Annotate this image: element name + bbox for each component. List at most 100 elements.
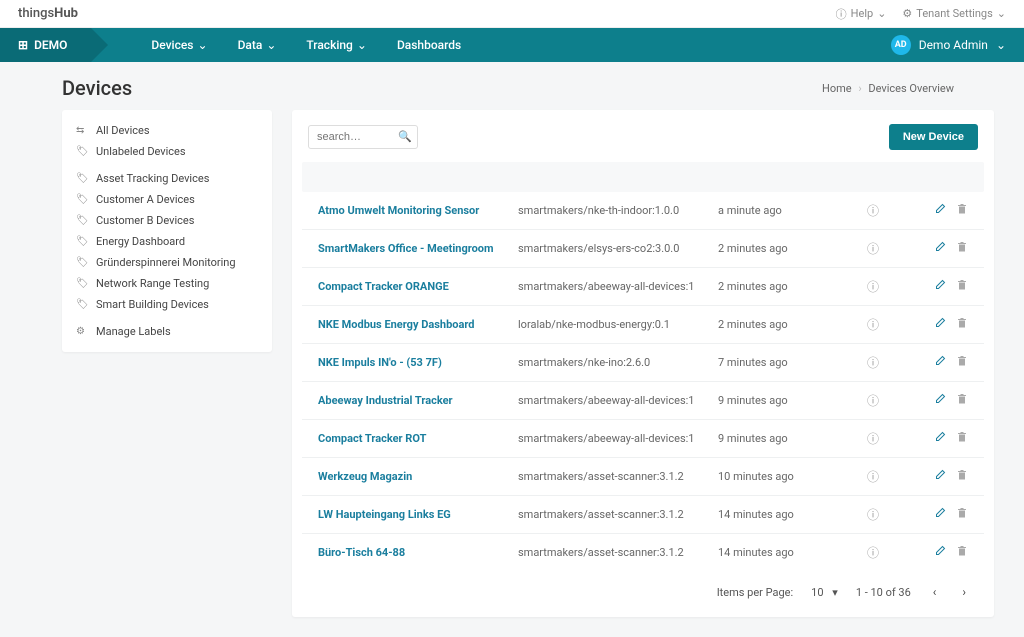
sidebar-item-label: Gründerspinnerei Monitoring xyxy=(96,256,236,269)
edit-icon[interactable] xyxy=(934,203,946,218)
nav-item-data[interactable]: Data ⌄ xyxy=(238,38,277,52)
info-icon[interactable]: ⓘ xyxy=(848,506,898,523)
device-name-link[interactable]: Compact Tracker ROT xyxy=(318,432,518,445)
device-driver: smartmakers/asset-scanner:3.1.2 xyxy=(518,508,718,521)
dropdown-icon: ▾ xyxy=(832,586,838,599)
device-lastseen: a minute ago xyxy=(718,204,848,217)
info-icon[interactable]: ⓘ xyxy=(848,468,898,485)
table-header-bar xyxy=(302,162,984,192)
info-icon[interactable]: ⓘ xyxy=(848,392,898,409)
device-driver: smartmakers/asset-scanner:3.1.2 xyxy=(518,470,718,483)
edit-icon[interactable] xyxy=(934,241,946,256)
device-name-link[interactable]: Atmo Umwelt Monitoring Sensor xyxy=(318,204,518,217)
delete-icon[interactable] xyxy=(956,469,968,484)
device-lastseen: 7 minutes ago xyxy=(718,356,848,369)
sidebar-item[interactable]: 🏷Gründerspinnerei Monitoring xyxy=(62,252,272,273)
chevron-down-icon: ⌄ xyxy=(357,38,367,52)
nav-item-dashboards[interactable]: Dashboards xyxy=(397,38,461,52)
edit-icon[interactable] xyxy=(934,507,946,522)
edit-icon[interactable] xyxy=(934,393,946,408)
delete-icon[interactable] xyxy=(956,355,968,370)
pager-next[interactable]: › xyxy=(958,585,970,599)
tag-icon: 🏷 xyxy=(76,299,88,310)
delete-icon[interactable] xyxy=(956,279,968,294)
sidebar-manage-labels[interactable]: ⚙ Manage Labels xyxy=(62,321,272,342)
sidebar-item-label: Energy Dashboard xyxy=(96,235,185,248)
device-lastseen: 9 minutes ago xyxy=(718,432,848,445)
info-icon[interactable]: ⓘ xyxy=(848,202,898,219)
device-name-link[interactable]: LW Haupteingang Links EG xyxy=(318,508,518,521)
device-driver: loralab/nke-modbus-energy:0.1 xyxy=(518,318,718,331)
table-row: Werkzeug Magazin smartmakers/asset-scann… xyxy=(302,458,984,496)
pager-items-select[interactable]: 10 ▾ xyxy=(811,586,838,599)
device-driver: smartmakers/abeeway-all-devices:1 xyxy=(518,280,718,293)
device-name-link[interactable]: Abeeway Industrial Tracker xyxy=(318,394,518,407)
tag-icon: 🏷 xyxy=(76,215,88,226)
device-name-link[interactable]: Compact Tracker ORANGE xyxy=(318,280,518,293)
device-driver: smartmakers/abeeway-all-devices:1 xyxy=(518,432,718,445)
nav-item-tracking[interactable]: Tracking ⌄ xyxy=(306,38,367,52)
sidebar-item[interactable]: 🏷Customer B Devices xyxy=(62,210,272,231)
device-name-link[interactable]: Werkzeug Magazin xyxy=(318,470,518,483)
tenant-name: DEMO xyxy=(34,38,67,52)
delete-icon[interactable] xyxy=(956,203,968,218)
label-icon: 🏷 xyxy=(76,146,88,157)
sidebar-item[interactable]: 🏷Unlabeled Devices xyxy=(62,141,272,162)
gear-icon: ⚙ xyxy=(902,7,912,20)
device-lastseen: 14 minutes ago xyxy=(718,546,848,559)
delete-icon[interactable] xyxy=(956,545,968,560)
table-row: Compact Tracker ROT smartmakers/abeeway-… xyxy=(302,420,984,458)
info-icon[interactable]: ⓘ xyxy=(848,430,898,447)
device-name-link[interactable]: NKE Impuls IN'o - (53 7F) xyxy=(318,356,518,369)
nav-item-devices[interactable]: Devices ⌄ xyxy=(151,38,207,52)
sidebar-item[interactable]: ⇆All Devices xyxy=(62,120,272,141)
table-row: Compact Tracker ORANGE smartmakers/abeew… xyxy=(302,268,984,306)
gear-icon: ⚙ xyxy=(76,326,88,337)
device-driver: smartmakers/elsys-ers-co2:3.0.0 xyxy=(518,242,718,255)
pager: Items per Page: 10 ▾ 1 - 10 of 36 ‹ › xyxy=(292,571,994,605)
info-icon[interactable]: ⓘ xyxy=(848,316,898,333)
edit-icon[interactable] xyxy=(934,431,946,446)
help-link[interactable]: ⓘ Help ⌄ xyxy=(836,6,887,22)
page-title: Devices xyxy=(62,76,132,100)
label-icon: ⇆ xyxy=(76,125,88,136)
breadcrumb: Home › Devices Overview xyxy=(822,82,954,95)
tenant-switcher[interactable]: ⊞ DEMO xyxy=(0,28,91,62)
tenant-settings-link[interactable]: ⚙ Tenant Settings ⌄ xyxy=(902,6,1006,22)
edit-icon[interactable] xyxy=(934,317,946,332)
new-device-button[interactable]: New Device xyxy=(889,124,978,150)
table-row: Abeeway Industrial Tracker smartmakers/a… xyxy=(302,382,984,420)
delete-icon[interactable] xyxy=(956,431,968,446)
sidebar-item[interactable]: 🏷Smart Building Devices xyxy=(62,294,272,315)
info-icon[interactable]: ⓘ xyxy=(848,354,898,371)
table-row: NKE Impuls IN'o - (53 7F) smartmakers/nk… xyxy=(302,344,984,382)
chevron-down-icon: ⌄ xyxy=(877,7,886,20)
sidebar-item[interactable]: 🏷Customer A Devices xyxy=(62,189,272,210)
info-icon[interactable]: ⓘ xyxy=(848,544,898,561)
edit-icon[interactable] xyxy=(934,469,946,484)
edit-icon[interactable] xyxy=(934,545,946,560)
user-menu[interactable]: AD Demo Admin ⌄ xyxy=(891,35,1006,55)
sidebar-item[interactable]: 🏷Energy Dashboard xyxy=(62,231,272,252)
table-row: Büro-Tisch 64-88 smartmakers/asset-scann… xyxy=(302,534,984,571)
device-lastseen: 2 minutes ago xyxy=(718,280,848,293)
help-icon: ⓘ xyxy=(836,6,847,22)
breadcrumb-home[interactable]: Home xyxy=(822,82,852,95)
device-name-link[interactable]: NKE Modbus Energy Dashboard xyxy=(318,318,518,331)
delete-icon[interactable] xyxy=(956,507,968,522)
pager-range: 1 - 10 of 36 xyxy=(856,586,911,599)
delete-icon[interactable] xyxy=(956,393,968,408)
edit-icon[interactable] xyxy=(934,279,946,294)
edit-icon[interactable] xyxy=(934,355,946,370)
info-icon[interactable]: ⓘ xyxy=(848,278,898,295)
delete-icon[interactable] xyxy=(956,241,968,256)
chevron-down-icon: ⌄ xyxy=(198,38,208,52)
device-name-link[interactable]: Büro-Tisch 64-88 xyxy=(318,546,518,559)
pager-prev[interactable]: ‹ xyxy=(929,585,941,599)
sidebar-item[interactable]: 🏷Asset Tracking Devices xyxy=(62,168,272,189)
pager-items-label: Items per Page: xyxy=(717,586,793,599)
device-name-link[interactable]: SmartMakers Office - Meetingroom xyxy=(318,242,518,255)
delete-icon[interactable] xyxy=(956,317,968,332)
info-icon[interactable]: ⓘ xyxy=(848,240,898,257)
sidebar-item[interactable]: 🏷Network Range Testing xyxy=(62,273,272,294)
